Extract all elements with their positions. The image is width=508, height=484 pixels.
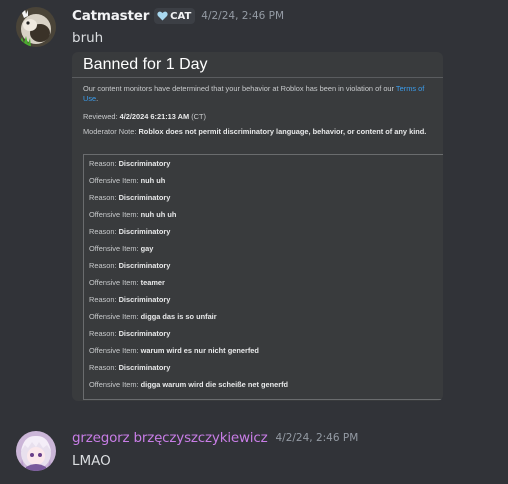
ban-title: Banned for 1 Day	[83, 56, 208, 73]
list-item: Offensive Item: nuh uh uh	[89, 210, 177, 219]
server-tag-badge[interactable]: CAT	[154, 8, 196, 24]
list-item: Reason: Discriminatory	[89, 295, 171, 304]
tag-label: CAT	[170, 10, 192, 22]
reviewed-value: 4/2/2024 6:21:13 AM	[119, 112, 190, 121]
list-item: Reason: Discriminatory	[89, 193, 171, 202]
list-item: Offensive Item: gay	[89, 244, 154, 253]
reviewed-line: Reviewed: 4/2/2024 6:21:13 AM (CT)	[83, 112, 206, 121]
description-text: Our content monitors have determined tha…	[83, 84, 396, 93]
list-item: Offensive Item: teamer	[89, 278, 165, 287]
username[interactable]: grzegorz brzęczyszczykiewicz	[72, 430, 268, 446]
list-item: Offensive Item: digga das is so unfair	[89, 312, 217, 321]
list-item: Reason: Discriminatory	[89, 227, 171, 236]
timestamp: 4/2/24, 2:46 PM	[275, 432, 359, 444]
message-2: grzegorz brzęczyszczykiewicz 4/2/24, 2:4…	[0, 420, 508, 484]
list-item: Offensive Item: digga warum wird die sch…	[89, 380, 289, 389]
note-label: Moderator Note:	[83, 127, 137, 136]
timestamp: 4/2/24, 2:46 PM	[201, 10, 285, 22]
message-text: LMAO	[72, 453, 111, 469]
message-header: Catmaster CAT 4/2/24, 2:46 PM	[72, 8, 284, 24]
list-item: Offensive Item: nuh uh	[89, 176, 166, 185]
list-item: Reason: Discriminatory	[89, 329, 171, 338]
list-item: Reason: Discriminatory	[89, 363, 171, 372]
heart-icon	[157, 11, 168, 21]
username[interactable]: Catmaster	[72, 8, 149, 24]
list-item: Reason: Discriminatory	[89, 261, 171, 270]
note-value: Roblox does not permit discriminatory la…	[138, 127, 427, 136]
ban-description: Our content monitors have determined tha…	[83, 84, 435, 104]
reviewed-timezone: (CT)	[191, 112, 206, 121]
list-item: Offensive Item: warum wird es nur nicht …	[89, 346, 259, 355]
offense-list: Reason: Discriminatory Offensive Item: n…	[83, 154, 443, 400]
anime-avatar-icon[interactable]	[16, 431, 56, 471]
reviewed-label: Reviewed:	[83, 112, 118, 121]
message-1: Catmaster CAT 4/2/24, 2:46 PM bruh Banne…	[0, 0, 508, 410]
description-suffix: .	[96, 94, 99, 103]
divider	[72, 77, 443, 78]
message-header: grzegorz brzęczyszczykiewicz 4/2/24, 2:4…	[72, 430, 358, 446]
list-item: Reason: Discriminatory	[89, 159, 171, 168]
image-attachment[interactable]: Banned for 1 Day Our content monitors ha…	[72, 52, 443, 401]
cat-avatar-icon[interactable]	[16, 7, 56, 47]
message-text: bruh	[72, 30, 104, 46]
moderator-note: Moderator Note: Roblox does not permit d…	[83, 127, 441, 138]
